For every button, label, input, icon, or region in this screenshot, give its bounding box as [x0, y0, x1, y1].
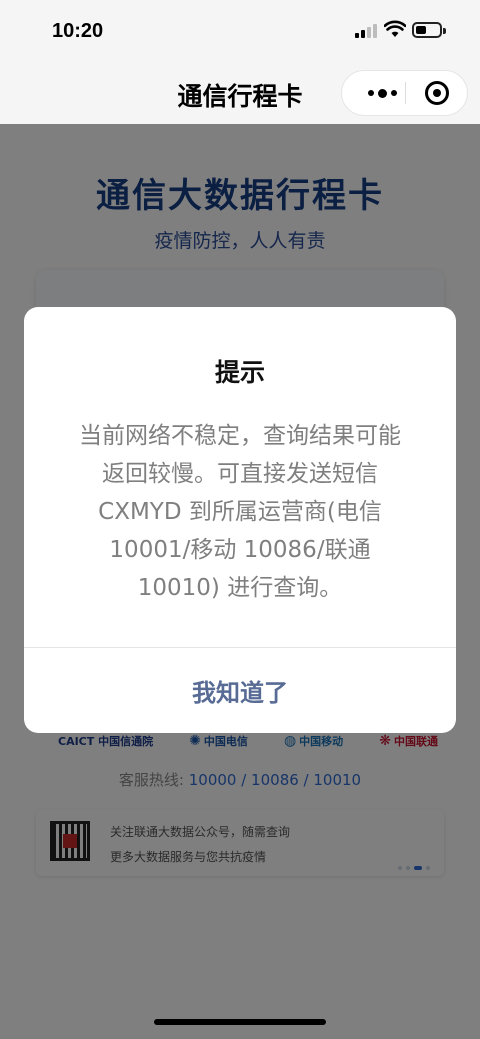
dialog-title: 提示 [214, 358, 265, 387]
capsule-divider [405, 82, 406, 104]
wifi-icon [384, 20, 406, 37]
home-indicator[interactable] [154, 1019, 326, 1025]
cellular-signal-icon [355, 24, 379, 38]
dialog-message: 当前网络不稳定，查询结果可能返回较慢。可直接发送短信 CXMYD 到所属运营商(… [79, 423, 401, 601]
target-circle-icon[interactable] [425, 81, 449, 105]
nav-bar: 通信行程卡 [0, 62, 480, 124]
status-time: 10:20 [52, 20, 104, 42]
alert-dialog: 提示 当前网络不稳定，查询结果可能返回较慢。可直接发送短信 CXMYD 到所属运… [24, 307, 456, 733]
battery-icon [412, 22, 446, 38]
confirm-button[interactable]: 我知道了 [24, 648, 456, 733]
capsule-menu [341, 70, 468, 116]
more-dots-icon[interactable] [358, 71, 406, 115]
status-bar: 10:20 [0, 0, 480, 62]
